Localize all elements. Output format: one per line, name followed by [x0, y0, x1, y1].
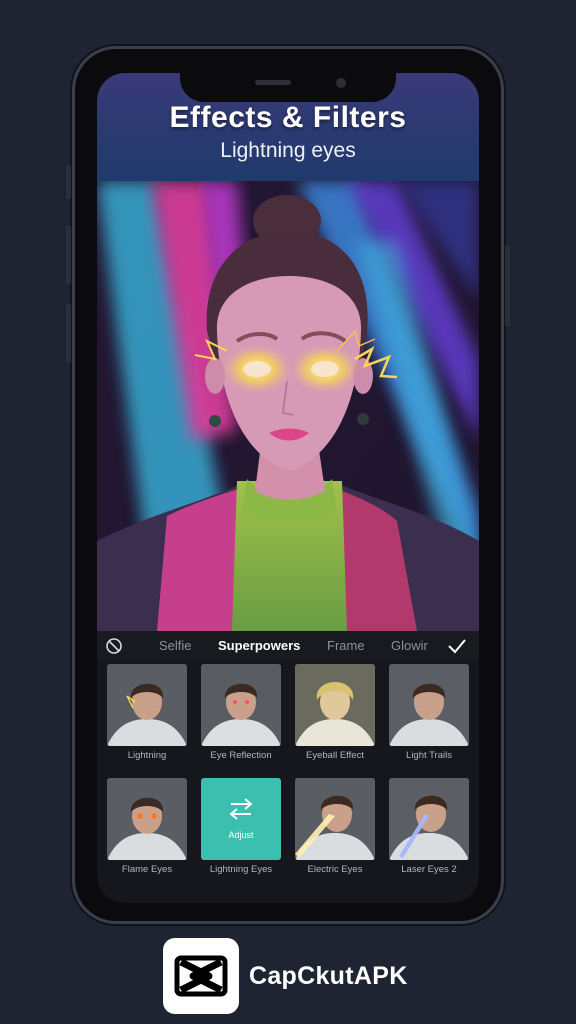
effect-thumbnail: [201, 664, 281, 746]
no-effect-icon[interactable]: [105, 637, 123, 655]
effect-label: Eye Reflection: [210, 750, 272, 761]
effect-label: Electric Eyes: [307, 864, 363, 875]
effect-thumbnail: [389, 778, 469, 860]
effect-thumbnail: [295, 778, 375, 860]
phone-side-button: [66, 165, 71, 199]
effect-thumbnail: [107, 664, 187, 746]
effect-category-bar: Selfie Superpowers Frame Glowir: [97, 631, 479, 661]
effect-tile-flame-eyes[interactable]: [107, 778, 187, 860]
effect-tile-laser-eyes-2[interactable]: [389, 778, 469, 860]
effect-label: Eyeball Effect: [306, 750, 364, 761]
phone-volume-up-button: [66, 226, 71, 284]
effects-grid: Lightning Eye Reflection Eyeball Effect …: [97, 661, 479, 903]
tab-superpowers[interactable]: Superpowers: [218, 631, 300, 661]
phone-volume-down-button: [66, 304, 71, 362]
speaker-grille: [255, 80, 291, 85]
effect-tile-lightning-eyes-selected[interactable]: Adjust: [201, 778, 281, 860]
tab-frame[interactable]: Frame: [327, 631, 365, 661]
brand-name: CapCkutAPK: [249, 962, 408, 990]
effect-preview-image: [97, 181, 479, 631]
capcut-logo-icon: [163, 938, 239, 1014]
portrait-illustration: [97, 181, 479, 631]
effect-tile-electric-eyes[interactable]: [295, 778, 375, 860]
tab-glowir[interactable]: Glowir: [391, 631, 428, 661]
front-camera-icon: [336, 78, 346, 88]
effect-tile-lightning[interactable]: [107, 664, 187, 746]
effect-label: Laser Eyes 2: [401, 864, 457, 875]
effect-tile-eye-reflection[interactable]: [201, 664, 281, 746]
effect-label: Light Trails: [406, 750, 452, 761]
effect-thumbnail: [107, 778, 187, 860]
phone-power-button: [505, 246, 510, 326]
effect-tile-light-trails[interactable]: [389, 664, 469, 746]
effect-label: Lightning Eyes: [209, 864, 273, 875]
checkmark-icon[interactable]: [447, 637, 467, 655]
effect-thumbnail: [295, 664, 375, 746]
effect-tile-eyeball-effect[interactable]: [295, 664, 375, 746]
page-subtitle: Lightning eyes: [220, 139, 356, 162]
adjust-label: Adjust: [228, 830, 254, 840]
page-title: Effects & Filters: [169, 101, 407, 134]
effect-label: Flame Eyes: [121, 864, 173, 875]
tab-selfie[interactable]: Selfie: [159, 631, 192, 661]
effect-thumbnail: [389, 664, 469, 746]
phone-notch: [180, 54, 396, 102]
effect-label: Lightning: [127, 750, 167, 761]
adjust-icon[interactable]: [227, 798, 255, 820]
phone-screen: Effects & Filters Lightning eyes Selfie …: [97, 73, 479, 903]
